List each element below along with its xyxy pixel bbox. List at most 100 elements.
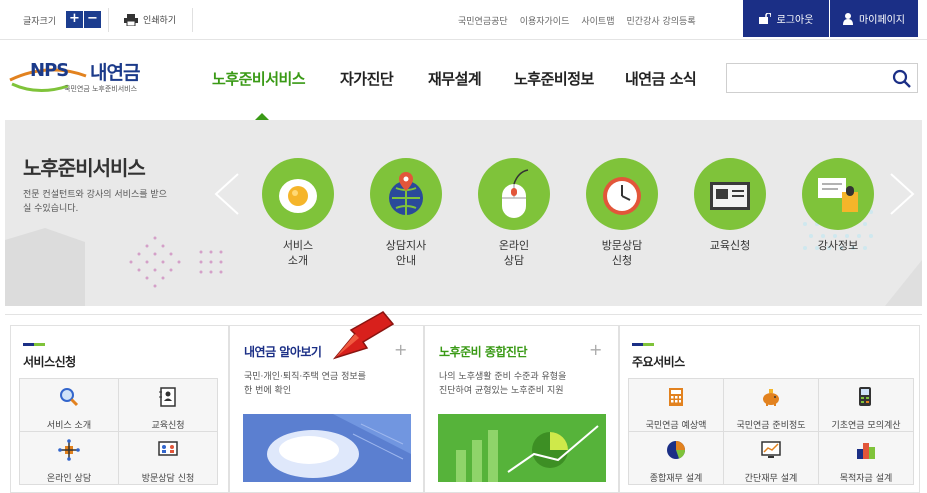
service-intro-link[interactable]: 서비스 소개 [20, 379, 119, 432]
service-label: 강사정보 [817, 239, 859, 252]
active-nav-indicator [255, 113, 269, 120]
mouse-icon [502, 169, 529, 218]
font-size-decrease-button[interactable]: − [84, 11, 101, 28]
grid-label: 방문상담 신청 [141, 474, 195, 484]
total-financial-plan-link[interactable]: 종합재무 설계 [629, 432, 724, 485]
gnb-financial-planning[interactable]: 재무설계 [428, 68, 482, 89]
service-label: 신청 [611, 254, 633, 267]
grid-label: 온라인 상담 [46, 474, 92, 484]
my-pension-image[interactable] [243, 414, 411, 482]
simple-financial-plan-link[interactable]: 간단재무 설계 [724, 432, 819, 485]
grid-label: 서비스 소개 [46, 421, 92, 431]
visit-consult-link[interactable]: 방문상담 신청 [119, 432, 218, 485]
divider [108, 8, 109, 32]
chevron-right-icon[interactable] [887, 172, 917, 216]
grid-label: 목적자금 설계 [839, 474, 893, 484]
desc-line: 나의 노후생활 준비 수준과 유형을 [439, 372, 567, 382]
service-apply-grid: 서비스 소개 교육신청 온라인 상담 방문상담 신청 [19, 378, 218, 485]
contact-card-icon [159, 387, 176, 407]
network-icon [58, 439, 80, 461]
grid-label: 국민연금 예상액 [645, 421, 707, 431]
pension-estimate-link[interactable]: 국민연금 예상액 [629, 379, 724, 432]
print-label: 인쇄하기 [143, 16, 177, 26]
my-pension-description: 국민·개인·퇴직·주택 연금 정보를 한 번에 확인 [244, 370, 366, 398]
gnb-retirement-info[interactable]: 노후준비정보 [514, 68, 594, 89]
title-decoration [23, 343, 45, 346]
online-consult-link[interactable]: 온라인 상담 [20, 432, 119, 485]
logo-brand: NPS [30, 60, 69, 81]
phone-calculator-icon [859, 387, 871, 406]
retirement-diagnosis-image[interactable] [438, 414, 606, 482]
clock-icon [603, 177, 641, 215]
grid-label: 국민연금 준비정도 [736, 421, 806, 431]
piggy-bank-icon [763, 389, 779, 406]
grid-label: 기초연금 모의계산 [831, 421, 901, 431]
service-apply-panel: 서비스신청 서비스 소개 교육신청 온라인 상담 방문상담 신청 [10, 325, 229, 493]
band-description: 전문 컨설턴트와 강사의 서비스를 받으실 수있습니다. [23, 190, 167, 214]
service-label: 안내 [395, 254, 417, 267]
logo-subtitle: 국민연금 노후준비서비스 [64, 85, 138, 93]
user-icon [843, 12, 853, 25]
lock-icon [758, 13, 771, 24]
branch-info-item[interactable]: 상담지사안내 [361, 158, 451, 268]
font-size-label: 글자크기 [23, 17, 57, 27]
egg-icon [279, 179, 317, 213]
pie-chart-icon [667, 441, 685, 459]
utility-bar: 글자크기 + − 인쇄하기 국민연금공단 이용자가이드 사이트맵 민간강사 강의… [0, 0, 927, 40]
magnifier-icon [60, 388, 79, 407]
logout-button[interactable]: 로그아웃 [743, 0, 829, 37]
purpose-fund-plan-link[interactable]: 목적자금 설계 [819, 432, 914, 485]
section-divider [5, 314, 922, 315]
visit-consult-item[interactable]: 방문상담신청 [577, 158, 667, 268]
link-instructor-register[interactable]: 민간강사 강의등록 [627, 14, 696, 27]
podium-icon [818, 178, 858, 212]
growth-chart-image [438, 414, 606, 482]
link-user-guide[interactable]: 이용자가이드 [520, 14, 570, 27]
font-size-increase-button[interactable]: + [66, 11, 83, 28]
chevron-left-icon[interactable] [212, 172, 242, 216]
site-logo[interactable]: NPS 내연금 국민연금 노후준비서비스 [8, 56, 178, 100]
retirement-diagnosis-description: 나의 노후생활 준비 수준과 유형을 진단하여 균형있는 노후준비 지원 [439, 370, 566, 398]
search-input[interactable] [726, 63, 918, 93]
gnb-self-diagnosis[interactable]: 자가진단 [340, 68, 394, 89]
service-label: 서비스 [282, 239, 314, 252]
gnb-retirement-service[interactable]: 노후준비서비스 [212, 68, 306, 89]
search-icon[interactable] [892, 69, 912, 89]
service-band: 노후준비서비스 전문 컨설턴트와 강사의 서비스를 받으실 수있습니다. 서비스… [5, 120, 922, 306]
instructor-info-item[interactable]: 강사정보 [793, 158, 883, 253]
my-pension-title[interactable]: 내연금 알아보기 [244, 343, 322, 360]
service-label: 소개 [287, 254, 309, 267]
top-links: 국민연금공단 이용자가이드 사이트맵 민간강사 강의등록 [458, 14, 696, 27]
retirement-diagnosis-panel: 노후준비 종합진단 + 나의 노후생활 준비 수준과 유형을 진단하여 균형있는… [424, 325, 619, 493]
main-services-grid: 국민연금 예상액 국민연금 준비정도 기초연금 모의계산 종합재무 설계 간단재… [628, 378, 914, 485]
retirement-diagnosis-title[interactable]: 노후준비 종합진단 [439, 343, 528, 360]
service-intro-item[interactable]: 서비스소개 [253, 158, 343, 268]
service-label: 온라인 [498, 239, 530, 252]
printer-icon [124, 13, 138, 26]
divider [192, 8, 193, 32]
main-services-panel: 주요서비스 국민연금 예상액 국민연금 준비정도 기초연금 모의계산 종합재무 … [619, 325, 920, 493]
link-sitemap[interactable]: 사이트맵 [581, 14, 614, 27]
band-title: 노후준비서비스 [23, 156, 146, 180]
education-apply-item[interactable]: 교육신청 [685, 158, 775, 253]
retirement-diagnosis-more-button[interactable]: + [589, 340, 602, 359]
service-label: 상담지사 [385, 239, 427, 252]
buildings-icon [857, 443, 875, 459]
online-consult-item[interactable]: 온라인상담 [469, 158, 559, 268]
service-label: 교육신청 [709, 239, 751, 252]
service-label: 방문상담 [601, 239, 643, 252]
mypage-button[interactable]: 마이페이지 [830, 0, 918, 37]
link-nps[interactable]: 국민연금공단 [458, 14, 508, 27]
red-arrow-pointer-icon [333, 311, 395, 360]
print-button[interactable]: 인쇄하기 [124, 13, 176, 26]
logo-name: 내연금 [90, 62, 140, 84]
basic-pension-calc-link[interactable]: 기초연금 모의계산 [819, 379, 914, 432]
service-label: 상담 [503, 254, 525, 267]
education-apply-link[interactable]: 교육신청 [119, 379, 218, 432]
computer-mouse-image [243, 414, 411, 482]
title-decoration [632, 343, 654, 346]
globe-pin-icon [389, 172, 423, 215]
gnb-news[interactable]: 내연금 소식 [625, 68, 697, 89]
monitor-chart-icon [761, 441, 781, 458]
pension-readiness-link[interactable]: 국민연금 준비정도 [724, 379, 819, 432]
